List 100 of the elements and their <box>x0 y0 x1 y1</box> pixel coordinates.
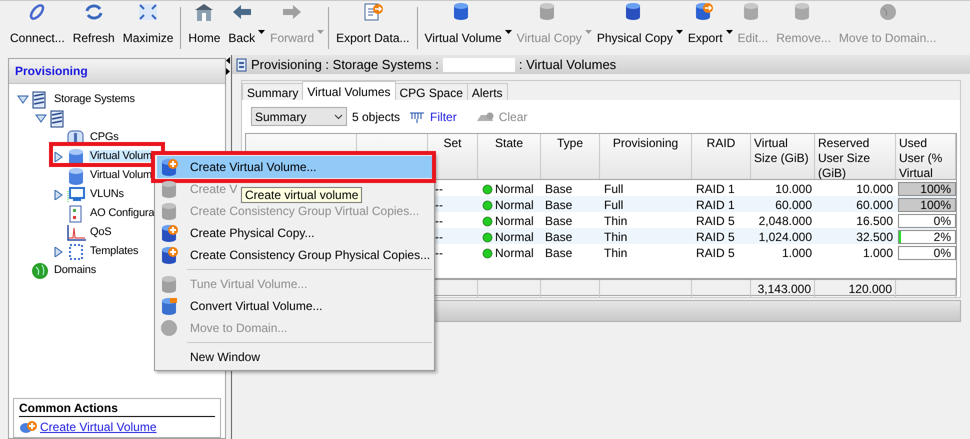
breadcrumb: Provisioning : Storage Systems : <box>251 56 439 74</box>
table-cell-text: 2,048.000 <box>758 213 813 230</box>
add-database-stack-icon <box>160 224 178 242</box>
menu-item[interactable]: Create Physical Copy... <box>157 222 318 244</box>
menu-item[interactable]: Create Consistency Group Physical Copies... <box>157 244 434 266</box>
toolbar-button[interactable]: Virtual Volume <box>420 2 513 55</box>
table-cell-text: Base <box>544 229 574 246</box>
status-dot-icon <box>482 232 493 242</box>
database-copy-icon <box>160 202 178 220</box>
tab[interactable]: Virtual Volumes <box>302 81 396 100</box>
menu-item[interactable]: Convert Virtual Volume... <box>157 295 327 317</box>
table-cell-text: Thin <box>603 229 628 246</box>
expand-arrow-icon[interactable] <box>53 152 65 162</box>
database-icon <box>160 275 178 293</box>
expand-arrow-icon[interactable] <box>53 190 65 200</box>
usage-bar: 2% <box>898 230 956 244</box>
panel-title: Provisioning <box>15 63 88 80</box>
tree-item[interactable]: Templates <box>89 245 140 258</box>
toolbar-button[interactable]: Physical Copy <box>592 2 684 55</box>
table-cell-text: Base <box>544 181 574 198</box>
table-cell-text: RAID 1 <box>695 197 736 214</box>
status-dot-icon <box>482 248 493 258</box>
add-database-icon <box>160 158 178 176</box>
usage-bar: 100% <box>898 198 956 212</box>
table-cell-text: 10.000 <box>774 181 813 198</box>
add-database-icon <box>160 246 178 264</box>
table-cell-text: Base <box>544 245 574 262</box>
table-cell-text: -- <box>434 229 444 246</box>
tab[interactable]: CPG Space <box>394 83 468 100</box>
filter-link[interactable]: Filter <box>430 108 457 126</box>
collapse-arrow-icon[interactable] <box>35 114 47 124</box>
table-cell-text: 32.500 <box>855 229 894 246</box>
tree-item[interactable]: AO Configura <box>89 207 156 220</box>
add-database-icon <box>19 420 37 434</box>
tree-item[interactable]: Virtual Volum <box>89 169 154 182</box>
table-cell-text: RAID 5 <box>695 245 736 262</box>
tree-item[interactable]: CPGs <box>89 131 120 144</box>
usage-bar: 100% <box>898 182 956 196</box>
tooltip: Create virtual volume <box>241 187 362 203</box>
globe-icon <box>31 262 51 280</box>
tree-item[interactable]: QoS <box>89 226 112 238</box>
status-dot-icon <box>482 200 493 210</box>
toolbar-button[interactable]: Export Data... <box>332 2 414 55</box>
collapse-arrow-icon[interactable] <box>17 94 29 104</box>
status-dot-icon <box>482 216 493 226</box>
tree-item[interactable]: VLUNs <box>89 188 125 200</box>
action-link[interactable]: Create Virtual Volume <box>40 421 157 433</box>
table-cell-text: 1,024.000 <box>758 229 813 246</box>
database-copy-icon <box>160 180 178 198</box>
filter-icon[interactable] <box>409 110 426 124</box>
toolbar-button[interactable]: Home <box>184 2 224 55</box>
menu-item[interactable]: New Window <box>157 346 264 368</box>
toolbar-button[interactable]: Maximize <box>118 2 178 55</box>
table-cell-text: Thin <box>603 213 628 230</box>
tree-item[interactable]: Storage Systems <box>53 93 136 106</box>
status-dot-icon <box>482 184 493 194</box>
home-icon <box>193 2 216 22</box>
table-cell-text: Base <box>544 213 574 230</box>
table-cell-text: 1.000 <box>780 245 813 262</box>
refresh-icon <box>82 2 105 22</box>
chevron-down-icon <box>334 114 343 120</box>
table-cell-text: Normal <box>495 181 534 198</box>
tree-item[interactable]: Domains <box>53 264 98 276</box>
toolbar-button[interactable]: Export <box>684 2 734 55</box>
monitor-icon <box>67 186 87 204</box>
tab[interactable]: Summary <box>242 83 304 100</box>
table-cell-text: RAID 5 <box>695 213 736 230</box>
table-cell-text: -- <box>434 245 444 262</box>
table-cell-text: Base <box>544 197 574 214</box>
chart-icon <box>67 224 87 242</box>
table-cell-text: 10.000 <box>855 181 894 198</box>
table-cell-text: Normal <box>495 213 534 230</box>
table-cell-text: Thin <box>603 245 628 262</box>
export-document-icon <box>362 2 384 22</box>
table-cell-text: 60.000 <box>774 197 813 214</box>
toolbar-button[interactable]: Refresh <box>68 2 119 55</box>
toolbar-button[interactable]: Back <box>224 2 266 55</box>
globe-icon <box>160 319 178 337</box>
table-cell-text: -- <box>434 181 444 198</box>
usage-bar: 0% <box>898 214 956 228</box>
total-cell: 120.000 <box>815 280 896 298</box>
menu-item[interactable]: Create Virtual Volume... <box>157 156 432 178</box>
toolbar-button[interactable]: Connect... <box>6 2 69 55</box>
tree-item[interactable]: Virtual Volum <box>89 150 154 162</box>
table-cell-text: Normal <box>495 245 534 262</box>
object-count: 5 objects <box>352 108 400 126</box>
view-dropdown[interactable]: Summary <box>251 107 347 126</box>
table-cell-text: Normal <box>495 197 534 214</box>
tab[interactable]: Alerts <box>466 83 508 100</box>
expand-arrow-icon[interactable] <box>53 246 65 256</box>
table-cell-text: 60.000 <box>855 197 894 214</box>
table-cell-text: -- <box>434 213 444 230</box>
total-cell: 3,143.000 <box>751 280 815 298</box>
table-cell-text: RAID 5 <box>695 229 736 246</box>
table-cell-text: -- <box>434 197 444 214</box>
maximize-icon <box>137 2 160 22</box>
database-stack-icon <box>160 297 178 315</box>
arrow-right-icon <box>281 2 304 22</box>
table-cell-text: Full <box>603 181 624 198</box>
section-title: Common Actions <box>19 401 215 417</box>
